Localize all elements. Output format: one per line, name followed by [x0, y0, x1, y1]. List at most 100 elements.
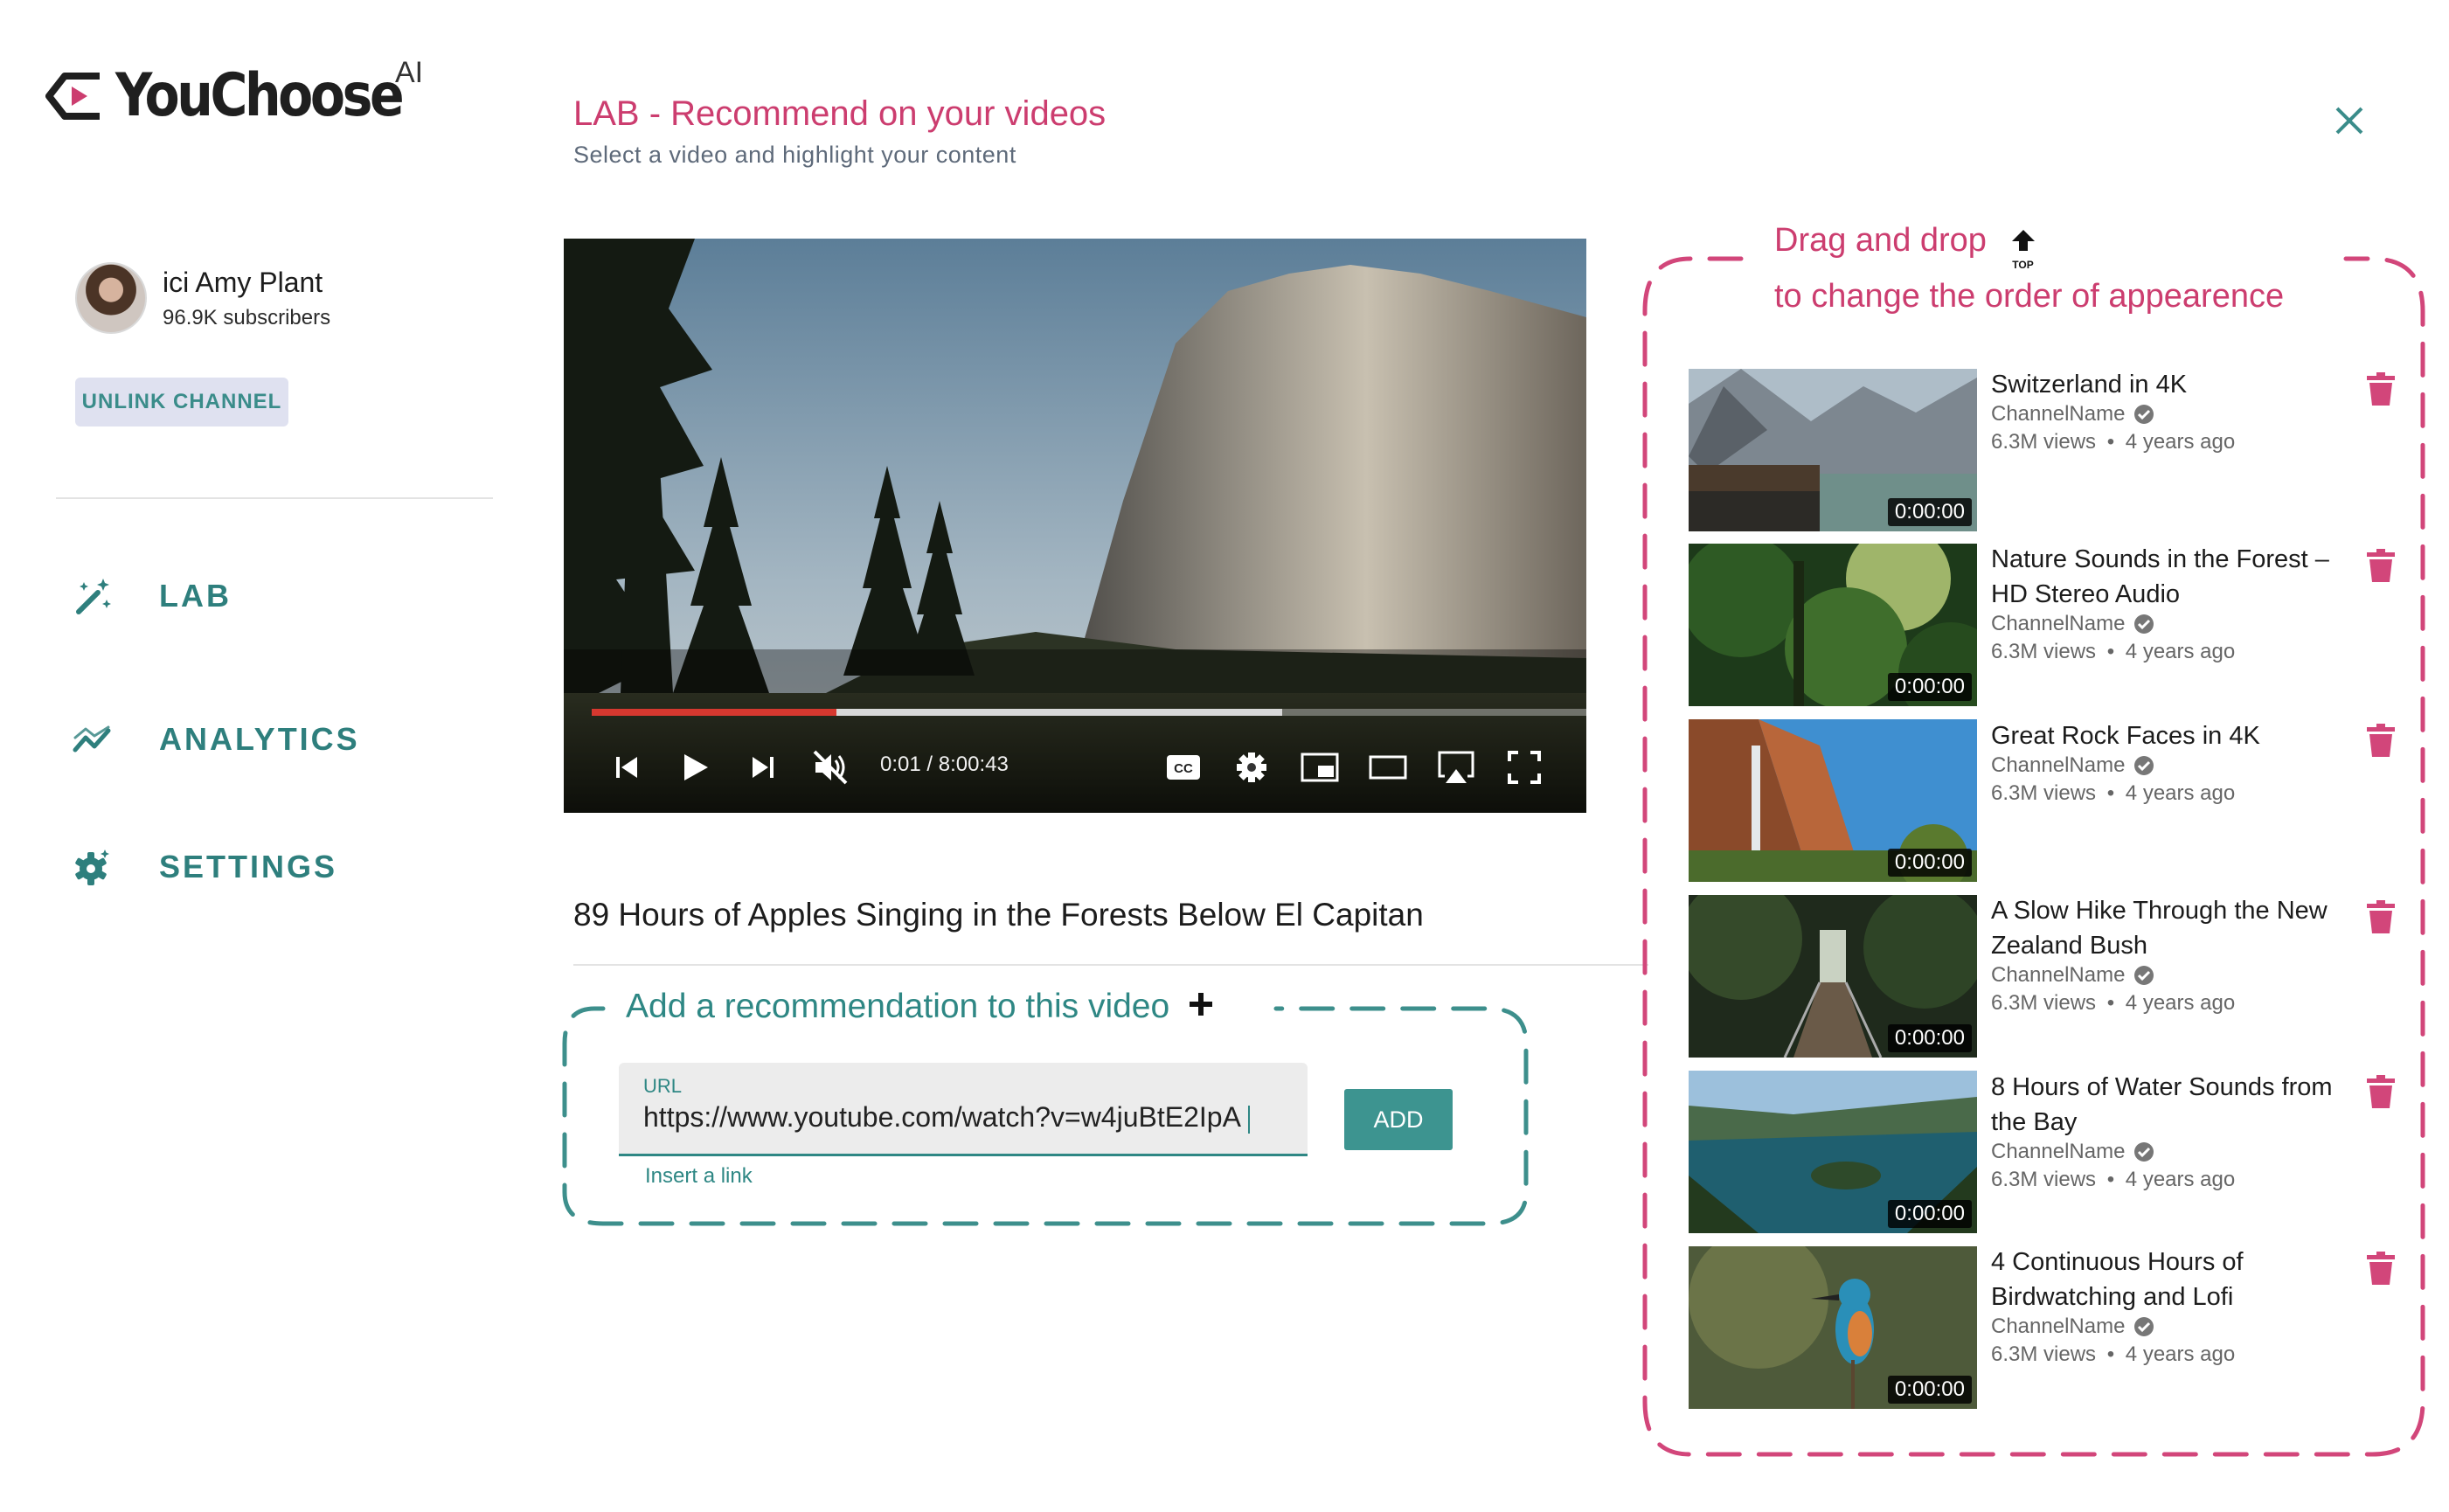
url-label: URL: [643, 1075, 683, 1097]
previous-button[interactable]: [609, 746, 644, 789]
arrow-up-icon: [2011, 230, 2035, 251]
next-button[interactable]: [746, 746, 780, 789]
sidebar-item-label: SETTINGS: [159, 849, 338, 884]
views-count: 6.3M views: [1991, 781, 2097, 805]
skip-previous-icon: [616, 757, 637, 778]
volume-muted-icon: [813, 750, 848, 785]
sidebar-item-settings[interactable]: SETTINGS: [72, 846, 337, 888]
video-thumbnail[interactable]: 0:00:00: [1689, 369, 1977, 531]
delete-icon[interactable]: [2367, 900, 2395, 933]
recommended-video-channel: ChannelName: [1991, 753, 2154, 778]
url-input-value: https://www.youtube.com/watch?v=w4juBtE2…: [643, 1101, 1241, 1133]
sidebar-item-lab[interactable]: LAB: [72, 575, 232, 617]
verified-icon: [2134, 966, 2154, 985]
channel-name: ici Amy Plant: [163, 266, 323, 298]
fullscreen-button[interactable]: [1502, 746, 1546, 789]
views-count: 6.3M views: [1991, 1168, 2097, 1191]
video-thumbnail[interactable]: 0:00:00: [1689, 544, 1977, 706]
video-thumbnail[interactable]: 0:00:00: [1689, 1071, 1977, 1233]
recommended-video-title[interactable]: Switzerland in 4K: [1991, 367, 2358, 402]
plus-icon: [1190, 993, 1213, 1016]
play-button[interactable]: [676, 746, 714, 789]
settings-button[interactable]: [1231, 746, 1272, 789]
youchoose-logo-icon: [45, 72, 100, 120]
close-icon[interactable]: [2330, 101, 2369, 140]
magic-wand-icon: [76, 579, 111, 614]
video-thumbnail[interactable]: 0:00:00: [1689, 895, 1977, 1058]
sidebar-divider: [56, 497, 493, 499]
upload-age: 4 years ago: [2125, 1342, 2236, 1366]
verified-icon: [2134, 1317, 2154, 1336]
sidebar-item-analytics[interactable]: ANALYTICS: [72, 718, 360, 760]
brand-name: YouChoose: [115, 61, 405, 130]
delete-icon[interactable]: [2367, 1252, 2395, 1285]
video-thumbnail[interactable]: 0:00:00: [1689, 719, 1977, 882]
page-subtitle: Select a video and highlight your conten…: [573, 142, 1016, 168]
brand-logo[interactable]: YouChoose AI: [45, 56, 447, 130]
video-player[interactable]: 0:01 / 8:00:43 CC: [564, 239, 1586, 813]
cast-button[interactable]: [1434, 746, 1478, 789]
video-title: 89 Hours of Apples Singing in the Forest…: [573, 897, 1424, 933]
recommended-video-channel: ChannelName: [1991, 1140, 2154, 1164]
channel-name-label: ChannelName: [1991, 1314, 2126, 1338]
views-count: 6.3M views: [1991, 430, 2097, 454]
video-duration: 0:00:00: [1887, 498, 1972, 526]
channel-name-label: ChannelName: [1991, 963, 2126, 987]
page-title: LAB - Recommend on your videos: [573, 94, 1107, 133]
meta-dot: •: [2106, 991, 2115, 1015]
closed-captions-icon: CC: [1167, 755, 1200, 780]
recommended-video-meta: 6.3M views • 4 years ago: [1991, 640, 2235, 664]
miniplayer-button[interactable]: [1298, 746, 1342, 789]
sidebar-item-label: LAB: [159, 578, 232, 614]
video-duration: 0:00:00: [1887, 849, 1972, 877]
channel-name-label: ChannelName: [1991, 402, 2126, 426]
airplay-icon: [1438, 751, 1474, 783]
title-divider: [573, 964, 1648, 966]
brand-suffix: AI: [395, 56, 424, 89]
meta-dot: •: [2106, 640, 2115, 663]
video-thumbnail[interactable]: 0:00:00: [1689, 1246, 1977, 1409]
avatar: [75, 262, 147, 334]
channel-subscribers: 96.9K subscribers: [163, 305, 331, 329]
trending-icon: [73, 725, 111, 753]
move-top-icon: TOP: [2008, 222, 2038, 270]
delete-icon[interactable]: [2367, 372, 2395, 406]
verified-icon: [2134, 614, 2154, 634]
url-input[interactable]: https://www.youtube.com/watch?v=w4juBtE2…: [643, 1101, 1250, 1134]
drag-drop-subtitle: to change the order of appearence: [1774, 278, 2285, 315]
recommended-video-meta: 6.3M views • 4 years ago: [1991, 1168, 2235, 1192]
recommended-video-title[interactable]: 4 Continuous Hours of Birdwatching and L…: [1991, 1245, 2358, 1314]
delete-icon[interactable]: [2367, 1075, 2395, 1108]
delete-icon[interactable]: [2367, 724, 2395, 757]
meta-dot: •: [2106, 430, 2115, 454]
drag-drop-title: Drag and drop TOP: [1774, 222, 2038, 270]
theater-mode-icon: [1369, 755, 1407, 780]
theater-mode-button[interactable]: [1366, 746, 1410, 789]
video-frame-image: [564, 239, 1586, 813]
recommended-video-title[interactable]: Great Rock Faces in 4K: [1991, 718, 2358, 753]
verified-icon: [2134, 756, 2154, 775]
video-duration: 0:00:00: [1887, 673, 1972, 701]
text-caret: [1247, 1105, 1250, 1134]
channel-card: ici Amy Plant 96.9K subscribers: [75, 262, 330, 334]
svg-text:CC: CC: [1174, 761, 1193, 776]
play-icon: [684, 754, 708, 780]
recommended-video-meta: 6.3M views • 4 years ago: [1991, 1342, 2235, 1367]
delete-icon[interactable]: [2367, 549, 2395, 582]
total-duration: 8:00:43: [938, 753, 1009, 776]
url-field[interactable]: URL https://www.youtube.com/watch?v=w4ju…: [619, 1063, 1308, 1156]
captions-button[interactable]: CC: [1163, 746, 1204, 789]
meta-dot: •: [2106, 1168, 2115, 1191]
unlink-channel-button[interactable]: UNLINK CHANNEL: [75, 378, 288, 427]
recommended-video-title[interactable]: 8 Hours of Water Sounds from the Bay: [1991, 1070, 2358, 1140]
recommended-video-title[interactable]: Nature Sounds in the Forest – HD Stereo …: [1991, 542, 2358, 612]
top-badge: TOP: [2012, 259, 2034, 271]
recommended-video-title[interactable]: A Slow Hike Through the New Zealand Bush: [1991, 893, 2358, 963]
sidebar-item-label: ANALYTICS: [159, 721, 360, 757]
recommended-video-channel: ChannelName: [1991, 612, 2154, 636]
mute-button[interactable]: [808, 746, 852, 789]
add-button[interactable]: ADD: [1344, 1089, 1453, 1150]
video-duration: 0:00:00: [1887, 1200, 1972, 1228]
skip-next-icon: [753, 757, 774, 778]
recommended-video-channel: ChannelName: [1991, 1314, 2154, 1339]
